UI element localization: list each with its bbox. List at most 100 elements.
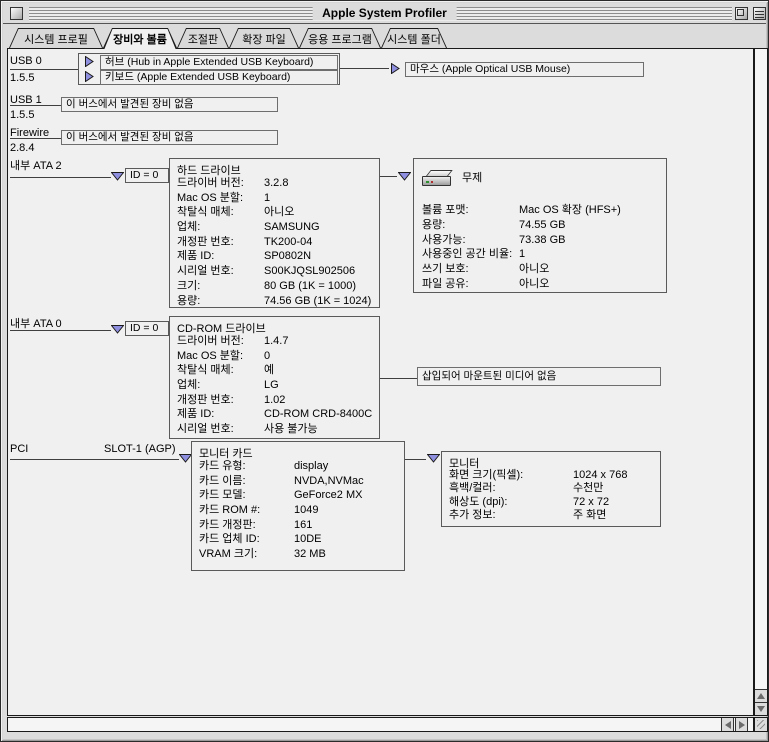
row-value: 80 GB (1K = 1000) bbox=[264, 279, 356, 294]
info-row: 제품 ID:SP0802N bbox=[177, 249, 379, 264]
row-label: 카드 모델: bbox=[199, 488, 294, 503]
row-value: 예 bbox=[264, 363, 274, 378]
connector-line bbox=[10, 105, 61, 106]
bus-label-ata0: 내부 ATA 0 bbox=[10, 315, 62, 331]
row-label: 업체: bbox=[177, 220, 264, 235]
tab-label: 응용 프로그램 bbox=[299, 31, 381, 47]
usb1-empty-box: 이 버스에서 발견된 장비 없음 bbox=[61, 97, 278, 112]
row-label: 제품 ID: bbox=[177, 249, 264, 264]
row-value: 74.55 GB bbox=[519, 218, 565, 233]
row-label: 드라이버 버전: bbox=[177, 334, 264, 349]
cdrom-title: CD-ROM 드라이브 bbox=[170, 317, 379, 334]
resize-grow-box[interactable] bbox=[754, 717, 768, 732]
monitor-rows: 화면 크기(픽셀):1024 x 768 흑백/컬러:수천만 해상도 (dpi)… bbox=[442, 469, 660, 522]
info-row: 용량:74.55 GB bbox=[422, 218, 666, 233]
bus-version-usb0: 1.5.5 bbox=[10, 72, 34, 84]
cdrom-rows: 드라이버 버전:1.4.7 Mac OS 분할:0 착탈식 매체:예 업체:LG… bbox=[170, 334, 379, 437]
vertical-scrollbar[interactable] bbox=[754, 48, 768, 716]
firewire-empty-box: 이 버스에서 발견된 장비 없음 bbox=[61, 130, 278, 145]
tab-extensions[interactable]: 확장 파일 bbox=[229, 28, 299, 48]
row-value: 사용 불가능 bbox=[264, 422, 318, 437]
ata2-id-box: ID = 0 bbox=[125, 168, 169, 183]
row-label: 카드 업체 ID: bbox=[199, 532, 294, 547]
bus-label-ata2: 내부 ATA 2 bbox=[10, 157, 62, 173]
disclosure-triangle-icon[interactable] bbox=[427, 454, 440, 463]
bus-label-pci: PCI bbox=[10, 443, 28, 455]
row-label: 카드 이름: bbox=[199, 474, 294, 489]
device-box-keyboard: 키보드 (Apple Extended USB Keyboard) bbox=[100, 70, 338, 85]
connector-line bbox=[10, 138, 61, 139]
info-row: 쓰기 보호:아니오 bbox=[422, 262, 666, 277]
row-value: SAMSUNG bbox=[264, 220, 320, 235]
info-row: 업체:SAMSUNG bbox=[177, 220, 379, 235]
scroll-right-button[interactable] bbox=[735, 718, 748, 731]
info-row: 착탈식 매체:예 bbox=[177, 363, 379, 378]
tab-devices-and-volumes[interactable]: 장비와 볼륨 bbox=[103, 28, 177, 48]
row-label: 용량: bbox=[177, 294, 264, 309]
info-row: 카드 개정판:161 bbox=[199, 518, 404, 533]
tab-system-profile[interactable]: 시스템 프로필 bbox=[9, 28, 103, 48]
arrow-right-icon bbox=[739, 721, 745, 729]
row-label: 제품 ID: bbox=[177, 407, 264, 422]
cdrom-info-box: CD-ROM 드라이브 드라이버 버전:1.4.7 Mac OS 분할:0 착탈… bbox=[169, 316, 380, 439]
row-label: 용량: bbox=[422, 218, 519, 233]
info-row: 착탈식 매체:아니오 bbox=[177, 205, 379, 220]
info-row: 흑백/컬러:수천만 bbox=[449, 482, 660, 495]
tab-control-panels[interactable]: 조절판 bbox=[177, 28, 229, 48]
horizontal-scrollbar[interactable] bbox=[7, 717, 754, 732]
info-row: 드라이버 버전:3.2.8 bbox=[177, 176, 379, 191]
info-row: 카드 모델:GeForce2 MX bbox=[199, 488, 404, 503]
info-row: 카드 이름:NVDA,NVMac bbox=[199, 474, 404, 489]
row-label: 착탈식 매체: bbox=[177, 363, 264, 378]
row-label: 개정판 번호: bbox=[177, 235, 264, 250]
row-value: 73.38 GB bbox=[519, 233, 565, 248]
scroll-left-button[interactable] bbox=[721, 718, 734, 731]
row-label: 카드 유형: bbox=[199, 459, 294, 474]
info-row: 제품 ID:CD-ROM CRD-8400C bbox=[177, 407, 379, 422]
row-value: CD-ROM CRD-8400C bbox=[264, 407, 372, 422]
tab-system-folders[interactable]: 시스템 폴더 bbox=[381, 28, 447, 48]
row-label: 추가 정보: bbox=[449, 509, 573, 522]
disclosure-triangle-icon[interactable] bbox=[85, 71, 94, 82]
row-value: display bbox=[294, 459, 328, 474]
disclosure-triangle-icon[interactable] bbox=[391, 63, 400, 74]
row-label: Mac OS 분할: bbox=[177, 191, 264, 206]
row-value: 아니오 bbox=[264, 205, 294, 220]
row-value: 10DE bbox=[294, 532, 322, 547]
display-card-title: 모니터 카드 bbox=[192, 442, 404, 459]
row-value: 1.02 bbox=[264, 393, 285, 408]
monitor-title: 모니터 bbox=[442, 452, 660, 469]
row-label: 개정판 번호: bbox=[177, 393, 264, 408]
scroll-down-button[interactable] bbox=[755, 702, 767, 715]
info-row: 용량:74.56 GB (1K = 1024) bbox=[177, 294, 379, 309]
row-value: SP0802N bbox=[264, 249, 311, 264]
row-value: 1 bbox=[519, 247, 525, 262]
volume-rows: 볼륨 포맷:Mac OS 확장 (HFS+) 용량:74.55 GB 사용가능:… bbox=[414, 203, 666, 292]
row-label: 크기: bbox=[177, 279, 264, 294]
info-row: 카드 ROM #:1049 bbox=[199, 503, 404, 518]
disclosure-triangle-icon[interactable] bbox=[85, 56, 94, 67]
connector-line bbox=[10, 330, 111, 331]
disclosure-triangle-icon[interactable] bbox=[398, 172, 411, 181]
disclosure-triangle-icon[interactable] bbox=[111, 172, 124, 181]
row-label: 화면 크기(픽셀): bbox=[449, 469, 573, 482]
row-label: Mac OS 분할: bbox=[177, 349, 264, 364]
row-value: LG bbox=[264, 378, 279, 393]
tab-label: 장비와 볼륨 bbox=[103, 31, 177, 47]
info-row: 볼륨 포맷:Mac OS 확장 (HFS+) bbox=[422, 203, 666, 218]
row-value: 74.56 GB (1K = 1024) bbox=[264, 294, 371, 309]
bus-version-usb1: 1.5.5 bbox=[10, 109, 34, 121]
scroll-up-button[interactable] bbox=[755, 689, 767, 702]
row-value: 0 bbox=[264, 349, 270, 364]
info-row: 시리얼 번호:사용 불가능 bbox=[177, 422, 379, 437]
monitor-info-box: 모니터 화면 크기(픽셀):1024 x 768 흑백/컬러:수천만 해상도 (… bbox=[441, 451, 661, 527]
info-row: 화면 크기(픽셀):1024 x 768 bbox=[449, 469, 660, 482]
disk-led bbox=[426, 181, 429, 183]
row-label: 사용가능: bbox=[422, 233, 519, 248]
disclosure-triangle-icon[interactable] bbox=[111, 325, 124, 334]
info-row: 개정판 번호:1.02 bbox=[177, 393, 379, 408]
row-value: 1049 bbox=[294, 503, 318, 518]
display-card-rows: 카드 유형:display 카드 이름:NVDA,NVMac 카드 모델:GeF… bbox=[192, 459, 404, 562]
tab-applications[interactable]: 응용 프로그램 bbox=[299, 28, 381, 48]
row-value: S00KJQSL902506 bbox=[264, 264, 355, 279]
